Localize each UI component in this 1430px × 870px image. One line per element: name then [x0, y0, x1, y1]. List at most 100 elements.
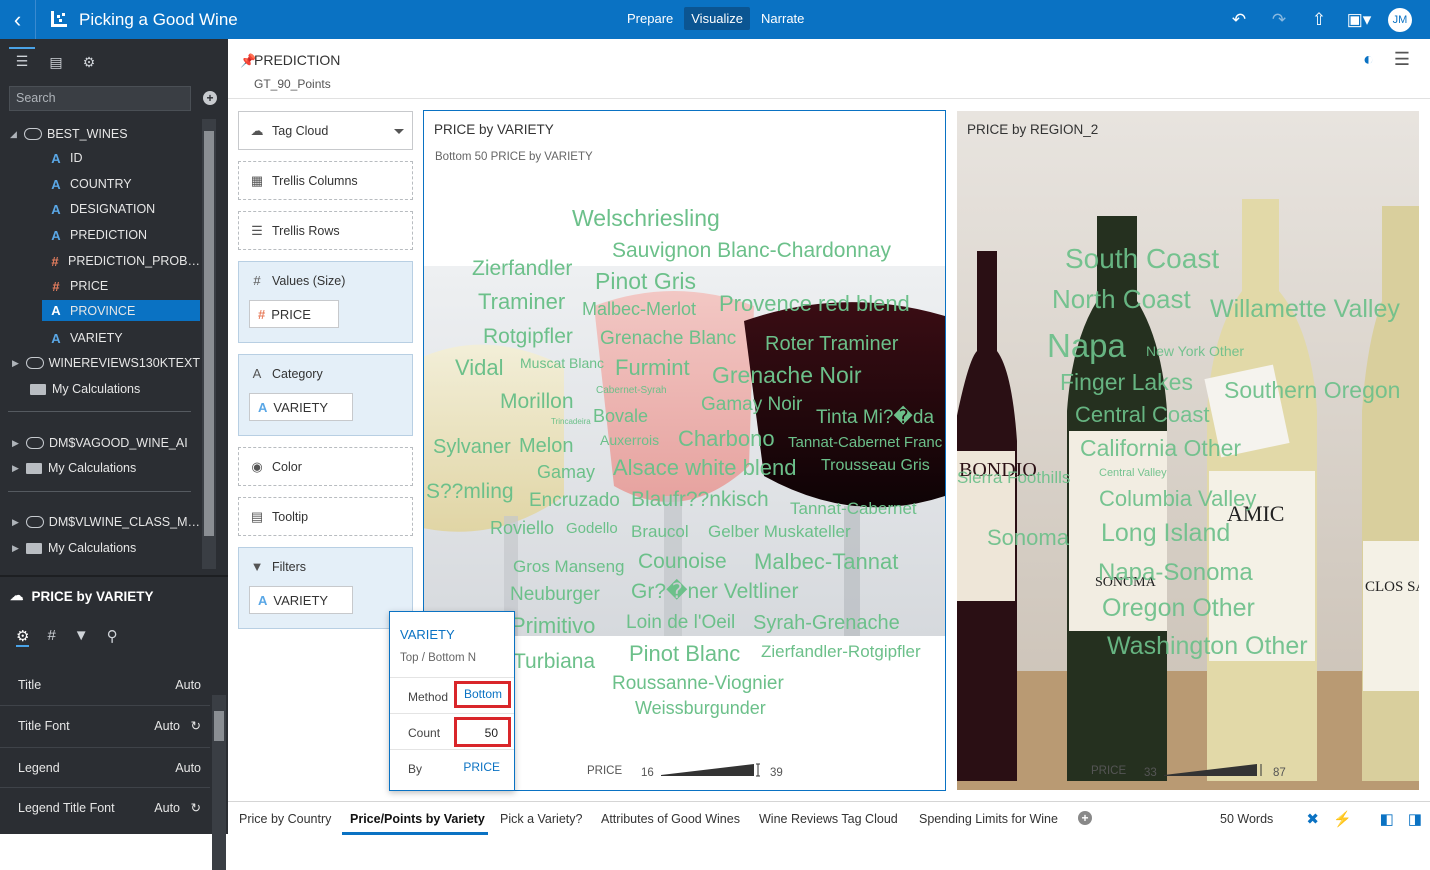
tag-cloud-word[interactable]: Turbiana [513, 651, 595, 672]
tag-cloud-word[interactable]: Gamay Noir [701, 395, 802, 414]
prop-row-title-font[interactable]: Title Font Auto ↻ [0, 705, 210, 745]
tag-cloud-word[interactable]: Muscat Blanc [520, 356, 604, 370]
color-dropzone[interactable]: ◉ Color [238, 447, 413, 486]
tag-cloud-word[interactable]: Finger Lakes [1060, 371, 1193, 394]
tag-cloud-word[interactable]: Sauvignon Blanc-Chardonnay [612, 240, 891, 261]
by-select[interactable]: PRICE [463, 760, 500, 774]
tag-cloud-word[interactable]: Southern Oregon [1224, 379, 1400, 402]
tree-folder[interactable]: My Calculations [0, 377, 200, 401]
filter-tab-icon[interactable]: ▼ [74, 627, 89, 647]
tree-item-selected[interactable]: A PROVINCE [42, 300, 200, 321]
tag-cloud-word[interactable]: Loin de l'Oeil [626, 613, 735, 632]
tag-cloud-word[interactable]: Trincadeira [551, 418, 591, 426]
tag-cloud-word[interactable]: Godello [566, 521, 618, 536]
tag-cloud-word[interactable]: Central Coast [1075, 404, 1210, 426]
general-tab-icon[interactable]: ⚙ [16, 627, 30, 647]
tag-cloud-word[interactable]: Blaufr??nkisch [631, 489, 769, 510]
tree-item[interactable]: # PRICE [0, 274, 200, 298]
tag-cloud-word[interactable]: Columbia Valley [1099, 488, 1256, 510]
tag-cloud-word[interactable]: Neuburger [510, 585, 600, 604]
values-tab-icon[interactable]: # [47, 627, 55, 647]
tab-wine-reviews-tag-cloud[interactable]: Wine Reviews Tag Cloud [759, 812, 898, 826]
tag-cloud-word[interactable]: Tannat-Cabernet [790, 500, 917, 517]
tag-cloud-word[interactable]: Willamette Valley [1210, 297, 1400, 322]
tag-cloud-word[interactable]: Napa-Sonoma [1098, 561, 1253, 585]
tag-cloud-word[interactable]: Braucol [631, 523, 689, 540]
tag-cloud-word[interactable]: Sylvaner [433, 437, 511, 457]
analytics-tab-icon[interactable]: ⚙ [76, 49, 102, 75]
refresh-icon[interactable]: ◐ [1363, 49, 1374, 70]
analytics-tab-icon[interactable]: ⚲ [107, 627, 118, 647]
tag-cloud-word[interactable]: Gamay [537, 463, 595, 481]
tag-cloud-word[interactable]: Morillon [500, 391, 574, 412]
panel-left-icon[interactable]: ◧ [1380, 810, 1394, 828]
sort-icon[interactable]: ✖ [1306, 810, 1319, 828]
back-button[interactable]: ‹ [0, 0, 36, 39]
avatar[interactable]: JM [1388, 8, 1412, 32]
tag-cloud-word[interactable]: Pinot Gris [595, 270, 696, 293]
save-icon[interactable]: ▣▾ [1347, 9, 1372, 31]
tag-cloud-word[interactable]: S??mling [426, 481, 514, 502]
tag-cloud-word[interactable]: Zierfandler-Rotgipfler [761, 643, 921, 660]
tag-cloud-word[interactable]: Grenache Noir [712, 364, 862, 387]
tooltip-dropzone[interactable]: ▤ Tooltip [238, 497, 413, 536]
tag-cloud-word[interactable]: Napa [1047, 329, 1126, 362]
scrollbar-thumb[interactable] [204, 131, 214, 536]
tag-cloud-word[interactable]: Sierra Foothills [957, 469, 1070, 486]
trellis-columns-dropzone[interactable]: ▦ Trellis Columns [238, 161, 413, 200]
tree-dataset[interactable]: ▶ DM$VLWINE_CLASS_M… [0, 510, 200, 534]
tree-scrollbar[interactable] [202, 119, 216, 569]
lightning-icon[interactable]: ⚡ [1333, 810, 1352, 828]
tag-cloud-word[interactable]: Tinta Mi?�da [816, 408, 934, 427]
redo-icon[interactable]: ↷ [1268, 9, 1290, 31]
prop-row-legend[interactable]: Legend Auto [0, 747, 210, 787]
prop-row-legend-title-font[interactable]: Legend Title Font Auto ↻ [0, 787, 210, 827]
values-size-dropzone[interactable]: # Values (Size) # PRICE [238, 261, 413, 343]
export-icon[interactable]: ⇧ [1308, 9, 1330, 31]
category-dropzone[interactable]: A Category A VARIETY [238, 354, 413, 436]
tree-dataset[interactable]: ▶ WINEREVIEWS130KTEXT [0, 351, 200, 375]
tab-price-points-by-variety[interactable]: Price/Points by Variety [350, 812, 485, 826]
variety-pill[interactable]: A VARIETY [249, 393, 353, 421]
menu-icon[interactable]: ☰ [1394, 49, 1410, 70]
tag-cloud-region[interactable]: BONDIO AMIC SONOMA CLOS SA PRICE by REGI… [957, 111, 1419, 790]
tag-cloud-word[interactable]: Roter Traminer [765, 334, 898, 354]
tag-cloud-word[interactable]: Roviello [490, 519, 554, 537]
tree-folder[interactable]: ▶ My Calculations [0, 536, 200, 560]
tree-item[interactable]: # PREDICTION_PROB… [0, 249, 200, 273]
mode-prepare[interactable]: Prepare [620, 7, 680, 30]
tag-cloud-word[interactable]: Primitivo [511, 615, 595, 637]
tag-cloud-word[interactable]: Vidal [455, 357, 504, 379]
filters-dropzone[interactable]: ▼ Filters A VARIETY [238, 547, 413, 629]
tag-cloud-word[interactable]: Cabernet-Syrah [596, 386, 667, 396]
tag-cloud-word[interactable]: Tannat-Cabernet Franc [788, 435, 942, 450]
tag-cloud-word[interactable]: Auxerrois [600, 433, 659, 447]
search-input[interactable]: Search [9, 86, 191, 111]
tree-item[interactable]: A PREDICTION [0, 223, 200, 247]
scrollbar-thumb[interactable] [214, 711, 224, 741]
tag-cloud-word[interactable]: Encruzado [529, 491, 620, 510]
tag-cloud-word[interactable]: Counoise [638, 551, 727, 572]
tag-cloud-word[interactable]: Trousseau Gris [821, 458, 930, 474]
tag-cloud-word[interactable]: Bovale [593, 407, 648, 425]
tag-cloud-word[interactable]: Melon [519, 436, 573, 456]
add-canvas-icon[interactable]: + [1078, 811, 1092, 825]
tree-item[interactable]: A VARIETY [0, 326, 200, 350]
properties-scrollbar[interactable] [212, 695, 226, 870]
tree-item[interactable]: A ID [0, 146, 200, 170]
tag-cloud-word[interactable]: South Coast [1065, 245, 1219, 273]
tag-cloud-word[interactable]: North Coast [1052, 286, 1191, 312]
tag-cloud-word[interactable]: Long Island [1101, 521, 1230, 546]
mode-narrate[interactable]: Narrate [754, 7, 811, 30]
tag-cloud-word[interactable]: Alsace white blend [613, 457, 796, 479]
tree-dataset[interactable]: ◢ BEST_WINES [0, 122, 200, 146]
visualizations-tab-icon[interactable]: ▤ [43, 49, 69, 75]
tag-cloud-word[interactable]: California Other [1080, 437, 1241, 460]
tab-price-by-country[interactable]: Price by Country [239, 812, 331, 826]
price-pill[interactable]: # PRICE [249, 300, 339, 328]
tree-folder[interactable]: ▶ My Calculations [0, 456, 200, 480]
prop-row-title[interactable]: Title Auto [0, 665, 210, 705]
data-tab-icon[interactable]: ☰ [9, 47, 35, 73]
tag-cloud-word[interactable]: Zierfandler [472, 258, 572, 279]
tag-cloud-word[interactable]: Syrah-Grenache [753, 613, 900, 633]
